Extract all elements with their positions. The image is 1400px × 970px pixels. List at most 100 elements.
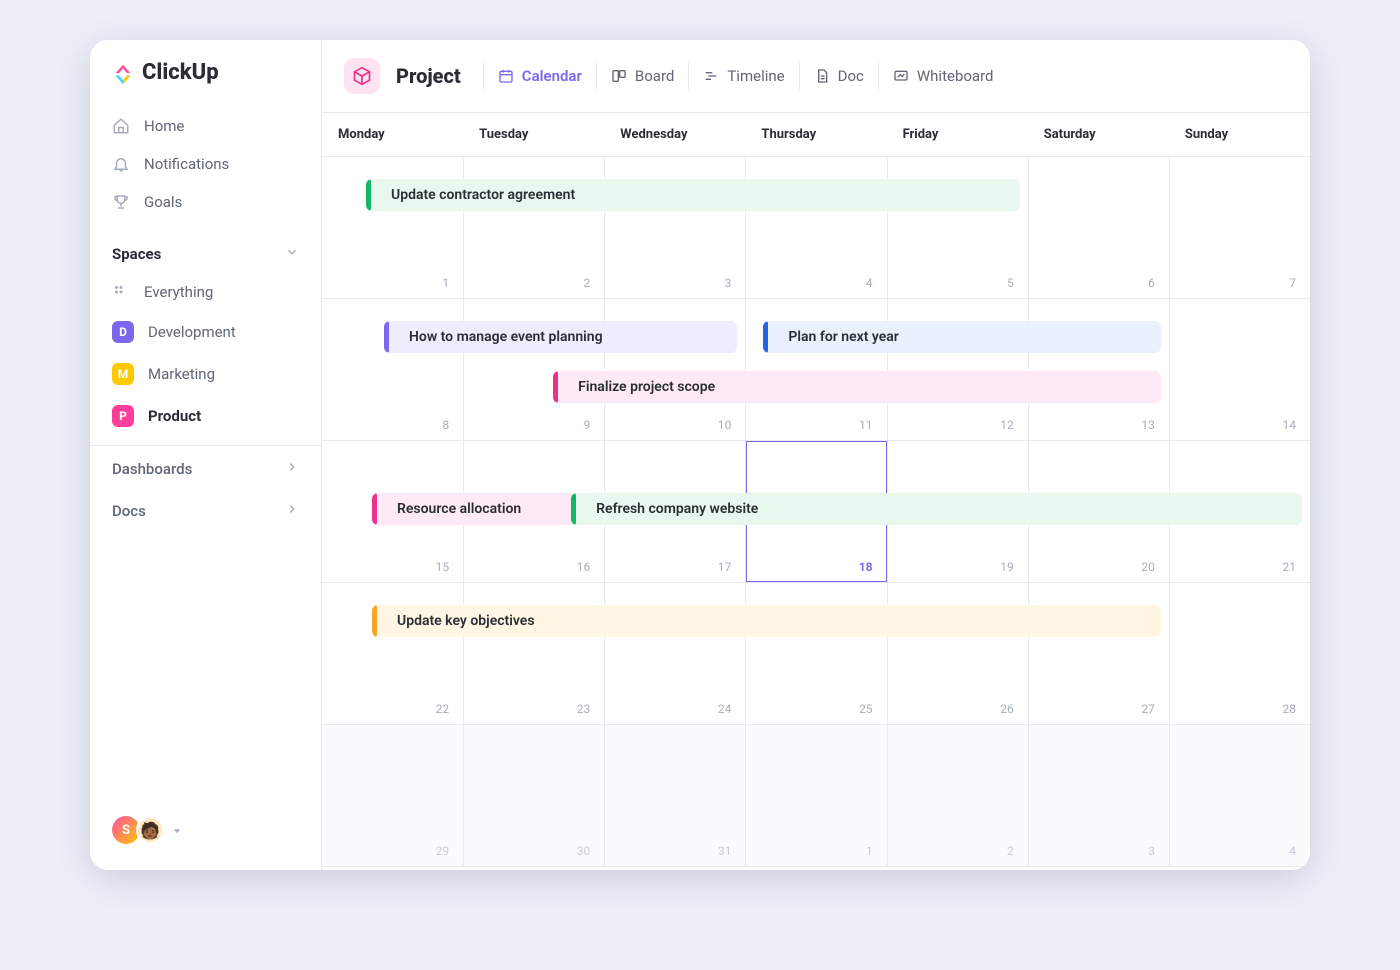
timeline-icon bbox=[703, 68, 719, 84]
event-color-bar bbox=[384, 321, 389, 353]
date-number: 26 bbox=[1000, 702, 1014, 716]
date-number: 8 bbox=[442, 418, 449, 432]
event-title: Refresh company website bbox=[596, 501, 758, 517]
calendar-cell[interactable]: 1 bbox=[745, 725, 886, 866]
calendar-day-header-row: MondayTuesdayWednesdayThursdayFridaySatu… bbox=[322, 113, 1310, 157]
space-item-product[interactable]: P Product bbox=[90, 395, 321, 437]
sidebar-item-label: Goals bbox=[144, 193, 182, 211]
date-number: 22 bbox=[436, 702, 450, 716]
spaces-header-label: Spaces bbox=[112, 245, 161, 263]
date-number: 4 bbox=[1289, 844, 1296, 858]
calendar-week-row: 15161718192021 Resource allocation Refre… bbox=[322, 441, 1310, 583]
avatar-user-photo[interactable]: 🧑🏾 bbox=[136, 816, 164, 844]
day-header-friday: Friday bbox=[887, 113, 1028, 156]
date-number: 29 bbox=[436, 844, 450, 858]
brand-name: ClickUp bbox=[142, 60, 219, 85]
sidebar-item-home[interactable]: Home bbox=[90, 107, 321, 145]
calendar-cell[interactable]: 6 bbox=[1028, 157, 1169, 298]
calendar-cell[interactable]: 4 bbox=[1169, 725, 1310, 866]
calendar-cell[interactable]: 2 bbox=[887, 725, 1028, 866]
brand-logo[interactable]: ClickUp bbox=[90, 60, 321, 107]
day-header-thursday: Thursday bbox=[745, 113, 886, 156]
page-title: Project bbox=[396, 64, 461, 88]
calendar-event[interactable]: Update contractor agreement bbox=[366, 179, 1020, 211]
date-number: 20 bbox=[1141, 560, 1155, 574]
calendar-cell[interactable]: 31 bbox=[604, 725, 745, 866]
tab-label: Timeline bbox=[727, 67, 784, 85]
date-number: 12 bbox=[1000, 418, 1014, 432]
calendar-week-row: 8 9 10 11 12 13 14 How to manage event plannin… bbox=[322, 299, 1310, 441]
board-icon bbox=[611, 68, 627, 84]
date-number: 5 bbox=[1007, 276, 1014, 290]
date-number: 27 bbox=[1141, 702, 1155, 716]
date-number: 24 bbox=[718, 702, 732, 716]
space-label: Product bbox=[148, 407, 201, 425]
calendar-event[interactable]: How to manage event planning bbox=[384, 321, 737, 353]
clickup-logo-icon bbox=[112, 62, 134, 84]
event-title: Resource allocation bbox=[397, 501, 521, 517]
user-avatars[interactable]: S 🧑🏾 bbox=[90, 802, 321, 858]
space-item-marketing[interactable]: M Marketing bbox=[90, 353, 321, 395]
day-header-saturday: Saturday bbox=[1028, 113, 1169, 156]
date-number: 2 bbox=[584, 276, 591, 290]
calendar-event[interactable]: Resource allocation bbox=[372, 493, 596, 525]
chevron-down-icon bbox=[285, 245, 299, 263]
section-label: Docs bbox=[112, 502, 146, 520]
section-label: Dashboards bbox=[112, 460, 192, 478]
calendar-icon bbox=[498, 68, 514, 84]
calendar-week-row: 29 30 31 1 2 3 4 bbox=[322, 725, 1310, 867]
sidebar-section-dashboards[interactable]: Dashboards bbox=[90, 450, 321, 488]
date-number: 4 bbox=[866, 276, 873, 290]
date-number: 21 bbox=[1282, 560, 1296, 574]
cube-icon bbox=[352, 66, 372, 86]
date-number: 9 bbox=[584, 418, 591, 432]
event-title: Update key objectives bbox=[397, 613, 535, 629]
calendar-event[interactable]: Update key objectives bbox=[372, 605, 1161, 637]
date-number: 11 bbox=[859, 418, 873, 432]
event-title: Update contractor agreement bbox=[391, 187, 575, 203]
calendar-cell[interactable]: 7 bbox=[1169, 157, 1310, 298]
date-number: 6 bbox=[1148, 276, 1155, 290]
space-item-development[interactable]: D Development bbox=[90, 311, 321, 353]
event-color-bar bbox=[763, 321, 768, 353]
main-content: Project Calendar Board Timeline Doc Whit… bbox=[322, 40, 1310, 870]
calendar-cell[interactable]: 28 bbox=[1169, 583, 1310, 724]
avatar-dropdown-icon[interactable] bbox=[172, 821, 182, 840]
date-number: 2 bbox=[1007, 844, 1014, 858]
tab-whiteboard[interactable]: Whiteboard bbox=[878, 61, 1008, 91]
calendar-event[interactable]: Refresh company website bbox=[571, 493, 1302, 525]
tab-doc[interactable]: Doc bbox=[799, 61, 878, 91]
calendar-cell[interactable]: 3 bbox=[1028, 725, 1169, 866]
date-number: 10 bbox=[718, 418, 732, 432]
event-color-bar bbox=[571, 493, 576, 525]
trophy-icon bbox=[112, 193, 130, 211]
tab-label: Whiteboard bbox=[917, 67, 994, 85]
sidebar-item-notifications[interactable]: Notifications bbox=[90, 145, 321, 183]
tab-board[interactable]: Board bbox=[596, 61, 688, 91]
event-title: How to manage event planning bbox=[409, 329, 603, 345]
spaces-header[interactable]: Spaces bbox=[90, 235, 321, 273]
calendar-cell[interactable]: 14 bbox=[1169, 299, 1310, 440]
calendar-cell[interactable]: 30 bbox=[463, 725, 604, 866]
sidebar-section-docs[interactable]: Docs bbox=[90, 492, 321, 530]
date-number: 28 bbox=[1282, 702, 1296, 716]
sidebar-item-goals[interactable]: Goals bbox=[90, 183, 321, 221]
day-header-monday: Monday bbox=[322, 113, 463, 156]
date-number: 31 bbox=[718, 844, 732, 858]
tab-label: Board bbox=[635, 67, 674, 85]
tab-calendar[interactable]: Calendar bbox=[483, 61, 596, 91]
tab-timeline[interactable]: Timeline bbox=[688, 61, 798, 91]
event-color-bar bbox=[372, 605, 377, 637]
day-header-sunday: Sunday bbox=[1169, 113, 1310, 156]
date-number: 13 bbox=[1141, 418, 1155, 432]
date-number: 3 bbox=[725, 276, 732, 290]
event-color-bar bbox=[366, 179, 371, 211]
calendar-event[interactable]: Finalize project scope bbox=[553, 371, 1161, 403]
date-number: 14 bbox=[1282, 418, 1296, 432]
sidebar-item-everything[interactable]: Everything bbox=[90, 273, 321, 311]
calendar-event[interactable]: Plan for next year bbox=[763, 321, 1160, 353]
event-title: Finalize project scope bbox=[578, 379, 715, 395]
calendar-cell[interactable]: 29 bbox=[322, 725, 463, 866]
bell-icon bbox=[112, 155, 130, 173]
date-number: 3 bbox=[1148, 844, 1155, 858]
